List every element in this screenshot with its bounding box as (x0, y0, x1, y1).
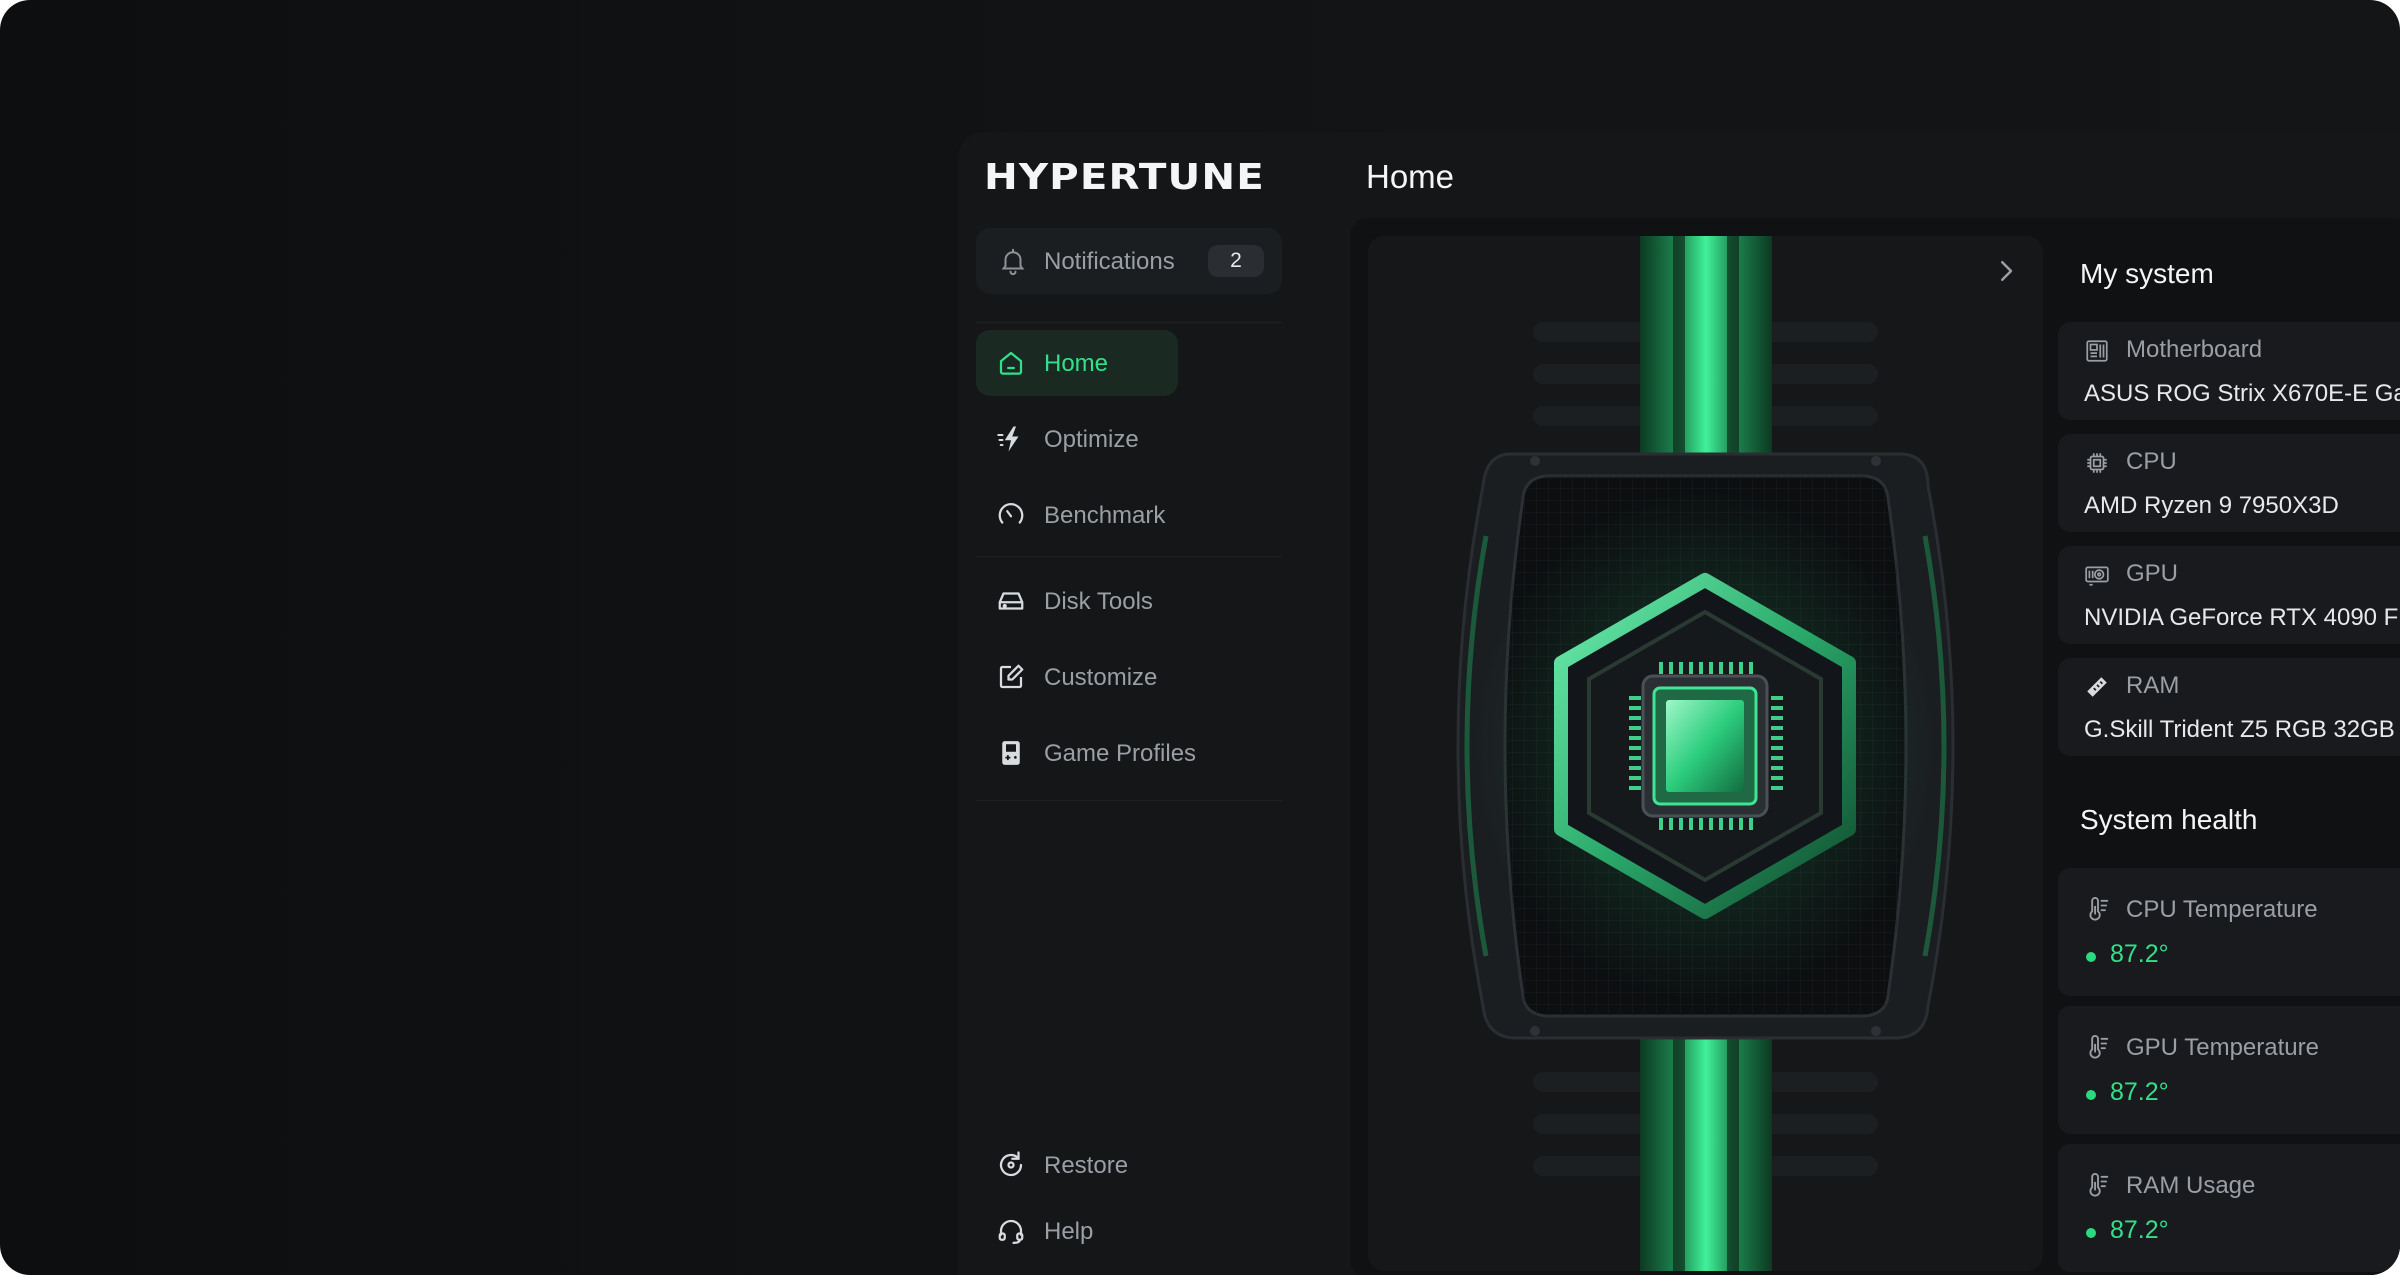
sidebar-item-restore[interactable]: Restore (976, 1132, 1282, 1198)
ram-icon (2087, 677, 2107, 697)
gpu-temperature-value: 87.2° (2110, 1078, 2169, 1106)
sidebar-item-customize[interactable]: Customize (976, 644, 1282, 710)
cpu-temperature-value: 87.2° (2110, 940, 2169, 968)
notifications-count-badge: 2 (1208, 245, 1264, 277)
gpu-value: NVIDIA GeForce RTX 4090 F (2084, 604, 2399, 631)
gpu-temperature-card: GPU Temperature 87.2° (2058, 1006, 2400, 1134)
page-title: Home (1366, 158, 1455, 195)
gpu-icon (2085, 566, 2109, 586)
divider (976, 322, 1282, 323)
sidebar-item-label: Help (1044, 1218, 1094, 1245)
motherboard-card: Motherboard ASUS ROG Strix X670E-E Ga (2058, 322, 2400, 420)
my-system-title: My system (2080, 258, 2214, 289)
sidebar: HYPERTUNE Notifications 2 Home Optimize … (958, 132, 1328, 1275)
ram-usage-value: 87.2° (2110, 1216, 2169, 1244)
gpu-card: GPU NVIDIA GeForce RTX 4090 F (2058, 546, 2400, 644)
sidebar-item-home[interactable]: Home (976, 330, 1178, 396)
app-window: HYPERTUNE Notifications 2 Home Optimize … (958, 132, 2400, 1275)
thermometer-icon (2089, 1173, 2109, 1197)
ram-value: G.Skill Trident Z5 RGB 32GB (2084, 716, 2395, 743)
motherboard-label: Motherboard (2126, 336, 2263, 363)
sidebar-item-label: Optimize (1044, 426, 1139, 453)
gpu-temperature-label: GPU Temperature (2126, 1034, 2319, 1061)
sidebar-item-label: Customize (1044, 664, 1158, 691)
sidebar-item-help[interactable]: Help (976, 1198, 1282, 1264)
desktop-background: HYPERTUNE Notifications 2 Home Optimize … (0, 0, 2400, 1275)
home-icon (999, 351, 1023, 375)
chevron-right-icon[interactable] (1991, 256, 2021, 286)
app-logo: HYPERTUNE (984, 157, 1265, 198)
cpu-card: CPU AMD Ryzen 9 7950X3D (2058, 434, 2400, 532)
cpu-value: AMD Ryzen 9 7950X3D (2084, 492, 2339, 519)
motherboard-icon (2086, 340, 2108, 362)
sidebar-item-label: Game Profiles (1044, 740, 1197, 767)
headset-icon (998, 1219, 1024, 1244)
cpu-icon (2087, 453, 2107, 473)
thermometer-icon (2089, 1035, 2109, 1059)
edit-icon (999, 664, 1024, 689)
sidebar-item-label: Disk Tools (1044, 588, 1153, 615)
thermometer-icon (2089, 897, 2109, 921)
sidebar-item-label: Restore (1044, 1152, 1129, 1179)
cpu-temperature-label: CPU Temperature (2126, 896, 2318, 923)
notifications-label: Notifications (1044, 248, 1175, 275)
hero-banner[interactable] (1368, 236, 2043, 1271)
gamepad-icon (1002, 741, 1020, 765)
sidebar-item-label: Home (1044, 350, 1109, 377)
ram-usage-label: RAM Usage (2126, 1172, 2256, 1199)
disk-icon (998, 592, 1024, 610)
sidebar-item-label: Benchmark (1044, 502, 1166, 529)
divider (976, 556, 1282, 557)
sidebar-item-game-profiles[interactable]: Game Profiles (976, 720, 1282, 786)
system-health-title: System health (2080, 804, 2258, 835)
status-dot (2086, 1090, 2096, 1100)
gauge-icon (998, 503, 1024, 524)
bolt-icon (997, 426, 1019, 452)
chip-illustration (1456, 236, 1955, 1271)
sidebar-item-optimize[interactable]: Optimize (976, 406, 1282, 472)
info-panel: My system Motherboard ASUS ROG Strix X67… (2058, 218, 2400, 1275)
sidebar-item-benchmark[interactable]: Benchmark (976, 482, 1282, 548)
motherboard-value: ASUS ROG Strix X670E-E Ga (2084, 380, 2400, 407)
gpu-label: GPU (2126, 560, 2179, 587)
cpu-label: CPU (2126, 448, 2177, 475)
divider (976, 800, 1282, 801)
ram-label: RAM (2126, 672, 2180, 699)
notifications-button[interactable]: Notifications 2 (976, 228, 1282, 294)
bell-icon (1001, 248, 1025, 276)
restore-icon (999, 1151, 1023, 1177)
cpu-temperature-card: CPU Temperature 87.2° (2058, 868, 2400, 996)
ram-usage-card: RAM Usage 87.2° (2058, 1144, 2400, 1272)
status-dot (2086, 1228, 2096, 1238)
ram-card: RAM G.Skill Trident Z5 RGB 32GB (2058, 658, 2400, 756)
sidebar-item-disk-tools[interactable]: Disk Tools (976, 568, 1282, 634)
status-dot (2086, 952, 2096, 962)
